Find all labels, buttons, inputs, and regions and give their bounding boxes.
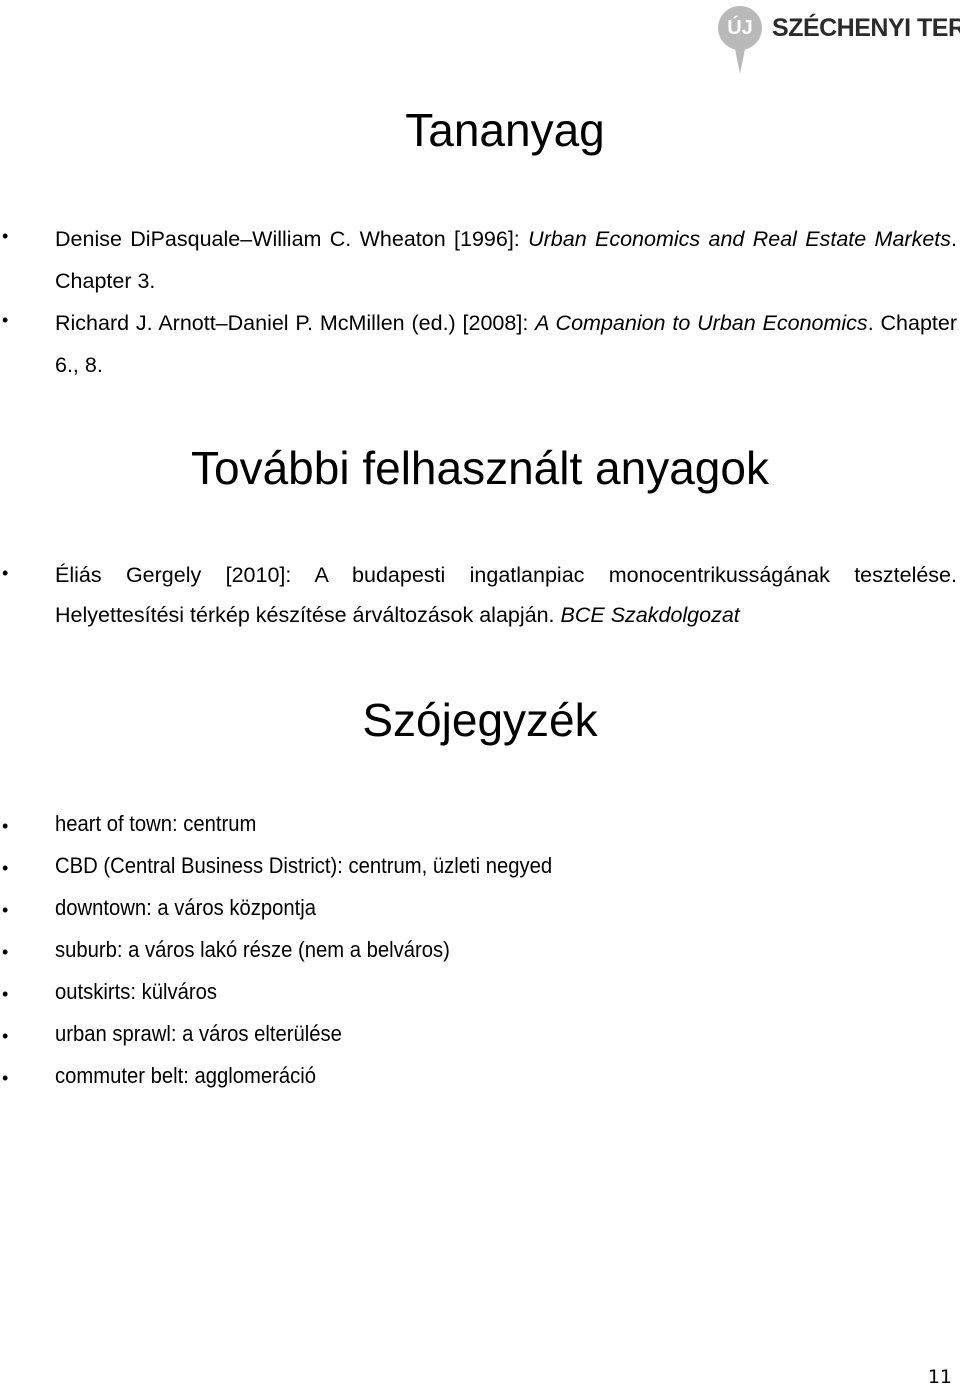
bullet-icon: • <box>2 900 9 920</box>
page-number: 11 <box>927 1366 952 1388</box>
section-title-szojegyzek: Szójegyzék <box>362 694 598 746</box>
bullet-icon: • <box>2 1026 9 1046</box>
bullet-icon: • <box>2 858 9 878</box>
reference-item: Richard J. Arnott–Daniel P. McMillen (ed… <box>55 311 957 377</box>
reference-item: Éliás Gergely [2010]: A budapesti ingatl… <box>55 563 957 627</box>
glossary-item: commuter belt: agglomeráció <box>55 1063 316 1088</box>
logo-brand-text: SZÉCHENYI TERV <box>772 14 960 42</box>
bullet-icon: • <box>2 816 9 836</box>
bullet-icon: • <box>2 942 9 962</box>
bullet-icon: • <box>2 1068 9 1088</box>
bullet-icon: • <box>2 563 9 583</box>
glossary-item: heart of town: centrum <box>55 811 257 836</box>
glossary-item: downtown: a város központja <box>55 895 317 920</box>
glossary-item: urban sprawl: a város elterülése <box>55 1021 342 1046</box>
bullet-icon: • <box>2 310 9 330</box>
bullet-icon: • <box>2 984 9 1004</box>
map-pin-badge: ÚJ <box>718 6 762 50</box>
szechenyi-terv-logo: ÚJ SZÉCHENYI TERV <box>710 0 960 80</box>
section-title-tovabbi: További felhasznált anyagok <box>191 442 769 494</box>
reference-item: Denise DiPasquale–William C. Wheaton [19… <box>55 227 957 293</box>
bullet-icon: • <box>2 226 9 246</box>
glossary-item: CBD (Central Business District): centrum… <box>55 853 553 878</box>
glossary-item: outskirts: külváros <box>55 979 217 1004</box>
glossary-item: suburb: a város lakó része (nem a belvár… <box>55 937 450 962</box>
section-title-tananyag: Tananyag <box>405 104 605 156</box>
